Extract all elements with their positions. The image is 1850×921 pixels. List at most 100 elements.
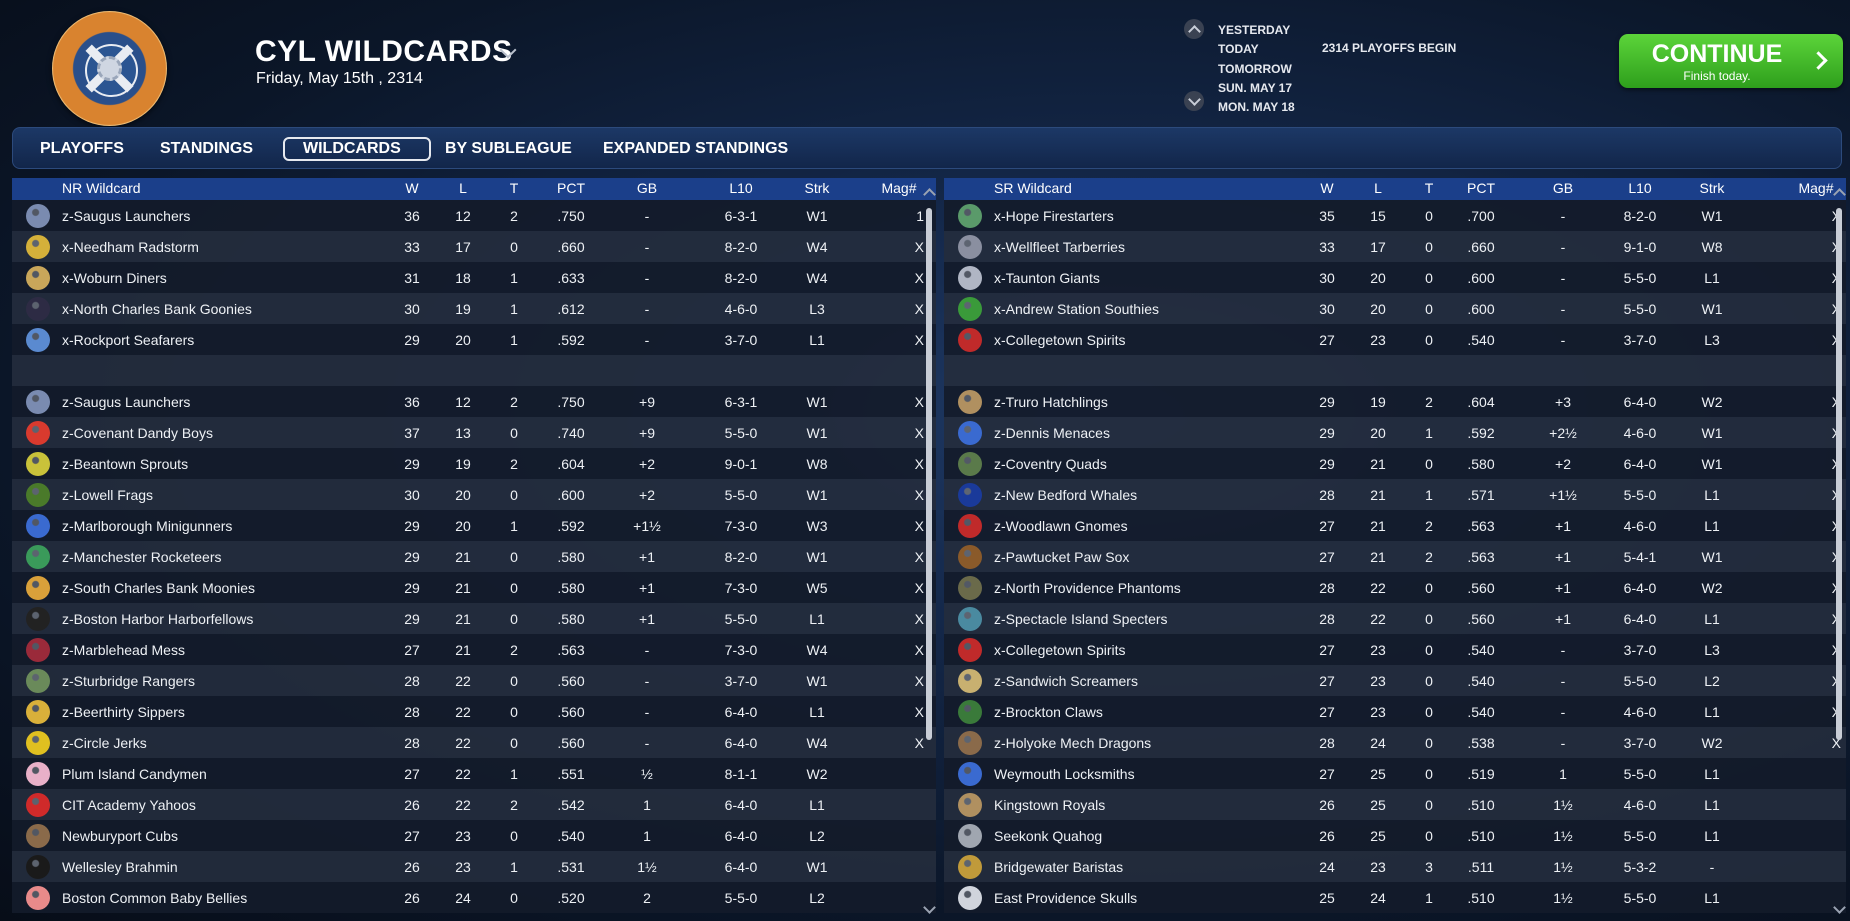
table-row[interactable]: CIT Academy Yahoos 26 22 2.542 1 6-4-0 L1	[12, 789, 936, 820]
table-row[interactable]: z-Sturbridge Rangers 28 22 0 .560 - 3-7-0 W1 X	[12, 665, 936, 696]
table-row[interactable]: x-Woburn Diners 31 18 1 .633 - 8-2-0 W4 X	[12, 262, 936, 293]
table-row[interactable]: z-Coventry Quads29210.580+26-4-0W1X	[944, 448, 1846, 479]
table-row[interactable]: z-Woodlawn Gnomes27212.563+14-6-0L1X	[944, 510, 1846, 541]
calendar-day[interactable]: TODAY	[1218, 40, 1295, 59]
team-name[interactable]: x-Hope Firestarters	[994, 208, 1114, 224]
continue-button[interactable]: CONTINUE Finish today.	[1619, 34, 1843, 88]
team-name[interactable]: z-Marblehead Mess	[62, 642, 185, 658]
calendar-day[interactable]: SUN. MAY 17	[1218, 79, 1295, 98]
table-row[interactable]: z-Brockton Claws27230.540-4-6-0L1X	[944, 696, 1846, 727]
calendar-day[interactable]: TOMORROW	[1218, 60, 1295, 79]
col-header-pct[interactable]: PCT	[1456, 180, 1506, 196]
team-name[interactable]: Plum Island Candymen	[62, 766, 207, 782]
col-header-gb[interactable]: GB	[622, 180, 672, 196]
scrollbar[interactable]	[1833, 178, 1846, 914]
table-row[interactable]: z-Dennis Menaces29201.592+2½4-6-0W1X	[944, 417, 1846, 448]
team-name[interactable]: x-Collegetown Spirits	[994, 332, 1126, 348]
calendar-day[interactable]: MON. MAY 18	[1218, 98, 1295, 117]
col-header-strk[interactable]: Strk	[792, 180, 842, 196]
team-name[interactable]: z-Woodlawn Gnomes	[994, 518, 1128, 534]
table-row[interactable]: z-Pawtucket Paw Sox27212.563+15-4-1W1X	[944, 541, 1846, 572]
table-row[interactable]: x-Wellfleet Tarberries33170.660-9-1-0W8X	[944, 231, 1846, 262]
team-name[interactable]: Weymouth Locksmiths	[994, 766, 1135, 782]
team-name[interactable]: x-Rockport Seafarers	[62, 332, 194, 348]
table-row[interactable]: x-North Charles Bank Goonies 30 19 1 .612 - 4-…	[12, 293, 936, 324]
scroll-up-icon[interactable]	[923, 188, 936, 201]
tab-by-subleague[interactable]: BY SUBLEAGUE	[427, 137, 590, 161]
team-name[interactable]: z-North Providence Phantoms	[994, 580, 1181, 596]
table-row[interactable]: x-Rockport Seafarers 29 20 1 .592 - 3-7-0 L1 X	[12, 324, 936, 355]
team-name[interactable]: z-Truro Hatchlings	[994, 394, 1108, 410]
team-name[interactable]: z-Beantown Sprouts	[62, 456, 188, 472]
table-row[interactable]: x-Collegetown Spirits27230.540-3-7-0L3X	[944, 324, 1846, 355]
table-row[interactable]: z-Marblehead Mess 27 21 2 .563 - 7-3-0 W4 X	[12, 634, 936, 665]
table-row[interactable]: z-Beantown Sprouts 29 19 2 .604 +2 9-0-1 W8 X	[12, 448, 936, 479]
scroll-thumb[interactable]	[1836, 208, 1842, 740]
team-name[interactable]: Newburyport Cubs	[62, 828, 178, 844]
col-header-pct[interactable]: PCT	[546, 180, 596, 196]
table-row[interactable]: Bridgewater Baristas 24 23 3 .511 1½ 5-3-2 -	[944, 851, 1846, 882]
table-row[interactable]: z-Saugus Launchers 36 12 2 .750 - 6-3-1 W1 1	[12, 200, 936, 231]
team-name[interactable]: z-Spectacle Island Specters	[994, 611, 1168, 627]
team-name[interactable]: z-South Charles Bank Moonies	[62, 580, 255, 596]
team-name[interactable]: z-Beerthirty Sippers	[62, 704, 185, 720]
team-name[interactable]: z-Saugus Launchers	[62, 208, 190, 224]
calendar-down-button[interactable]	[1184, 91, 1204, 111]
table-row[interactable]: x-Taunton Giants30200.600-5-5-0L1X	[944, 262, 1846, 293]
team-name[interactable]: z-Sturbridge Rangers	[62, 673, 195, 689]
team-name[interactable]: East Providence Skulls	[994, 890, 1137, 906]
col-header-l10[interactable]: L10	[711, 180, 771, 196]
col-header-mag[interactable]: Mag#	[874, 180, 924, 196]
table-row[interactable]: Wellesley Brahmin 26 23 1 .531 1½ 6-4-0 W1	[12, 851, 936, 882]
col-header-w[interactable]: W	[1312, 180, 1342, 196]
team-name[interactable]: z-Brockton Claws	[994, 704, 1103, 720]
table-row[interactable]: Weymouth Locksmiths 27 25 0 .519 1 5-5-0 L1	[944, 758, 1846, 789]
tab-expanded-standings[interactable]: EXPANDED STANDINGS	[585, 137, 806, 161]
team-name[interactable]: z-Holyoke Mech Dragons	[994, 735, 1151, 751]
team-name[interactable]: z-New Bedford Whales	[994, 487, 1137, 503]
team-name[interactable]: z-Coventry Quads	[994, 456, 1107, 472]
table-row[interactable]: x-Collegetown Spirits27230.540-3-7-0L3X	[944, 634, 1846, 665]
table-row[interactable]: z-Manchester Rocketeers 29 21 0 .580 +1 8-2-0 W…	[12, 541, 936, 572]
table-row[interactable]: z-Saugus Launchers 36 12 2 .750 +9 6-3-1 W1 X	[12, 386, 936, 417]
scrollbar[interactable]	[923, 178, 936, 914]
table-row[interactable]: z-Spectacle Island Specters 28 22 0 .560 +1 6-…	[944, 603, 1846, 634]
table-row[interactable]: z-Circle Jerks 28 22 0 .560 - 6-4-0 W4 X	[12, 727, 936, 758]
team-name[interactable]: z-Marlborough Minigunners	[62, 518, 232, 534]
team-name[interactable]: z-Circle Jerks	[62, 735, 147, 751]
table-row[interactable]: z-South Charles Bank Moonies 29 21 0 .580 +1 7…	[12, 572, 936, 603]
team-name[interactable]: z-Manchester Rocketeers	[62, 549, 222, 565]
team-name[interactable]: z-Dennis Menaces	[994, 425, 1110, 441]
team-name[interactable]: z-Pawtucket Paw Sox	[994, 549, 1129, 565]
table-row[interactable]: Boston Common Baby Bellies 26 24 0 .520 2 5-5-…	[12, 882, 936, 913]
team-name[interactable]: Boston Common Baby Bellies	[62, 890, 247, 906]
team-name[interactable]: z-Boston Harbor Harborfellows	[62, 611, 253, 627]
tab-wildcards[interactable]: WILDCARDS	[283, 137, 431, 161]
table-row[interactable]: z-Covenant Dandy Boys 37 13 0 .740 +9 5-5-0 W1 X	[12, 417, 936, 448]
table-row[interactable]: z-Marlborough Minigunners 29 20 1 .592 +1½ 7-3…	[12, 510, 936, 541]
col-header-t[interactable]: T	[1414, 180, 1444, 196]
team-name[interactable]: x-Wellfleet Tarberries	[994, 239, 1125, 255]
team-name[interactable]: z-Saugus Launchers	[62, 394, 190, 410]
col-header-w[interactable]: W	[397, 180, 427, 196]
table-row[interactable]: Kingstown Royals 26 25 0 .510 1½ 4-6-0 L1	[944, 789, 1846, 820]
team-name[interactable]: Kingstown Royals	[994, 797, 1105, 813]
team-name[interactable]: x-Andrew Station Southies	[994, 301, 1159, 317]
table-row[interactable]: x-Hope Firestarters35150.700-8-2-0W1X	[944, 200, 1846, 231]
team-name[interactable]: Wellesley Brahmin	[62, 859, 178, 875]
table-row[interactable]: East Providence Skulls 25 24 1 .510 1½ 5-5-0 L1	[944, 882, 1846, 913]
table-row[interactable]: z-Truro Hatchlings29192.604+36-4-0W2X	[944, 386, 1846, 417]
team-name[interactable]: Bridgewater Baristas	[994, 859, 1123, 875]
table-row[interactable]: z-New Bedford Whales28211.571+1½5-5-0L1X	[944, 479, 1846, 510]
tab-playoffs[interactable]: PLAYOFFS	[22, 137, 142, 161]
table-row[interactable]: x-Needham Radstorm 33 17 0 .660 - 8-2-0 W4 X	[12, 231, 936, 262]
team-name[interactable]: x-Needham Radstorm	[62, 239, 199, 255]
table-row[interactable]: z-Holyoke Mech Dragons 28 24 0.538-3-7-0 W2 X	[944, 727, 1846, 758]
col-header-l[interactable]: L	[1363, 180, 1393, 196]
table-row[interactable]: z-Beerthirty Sippers 28 22 0 .560 - 6-4-0 L1 X	[12, 696, 936, 727]
calendar-day[interactable]: YESTERDAY	[1218, 21, 1295, 40]
calendar-up-button[interactable]	[1184, 19, 1204, 39]
team-name[interactable]: z-Covenant Dandy Boys	[62, 425, 213, 441]
col-header-t[interactable]: T	[499, 180, 529, 196]
scroll-up-icon[interactable]	[1833, 188, 1846, 201]
